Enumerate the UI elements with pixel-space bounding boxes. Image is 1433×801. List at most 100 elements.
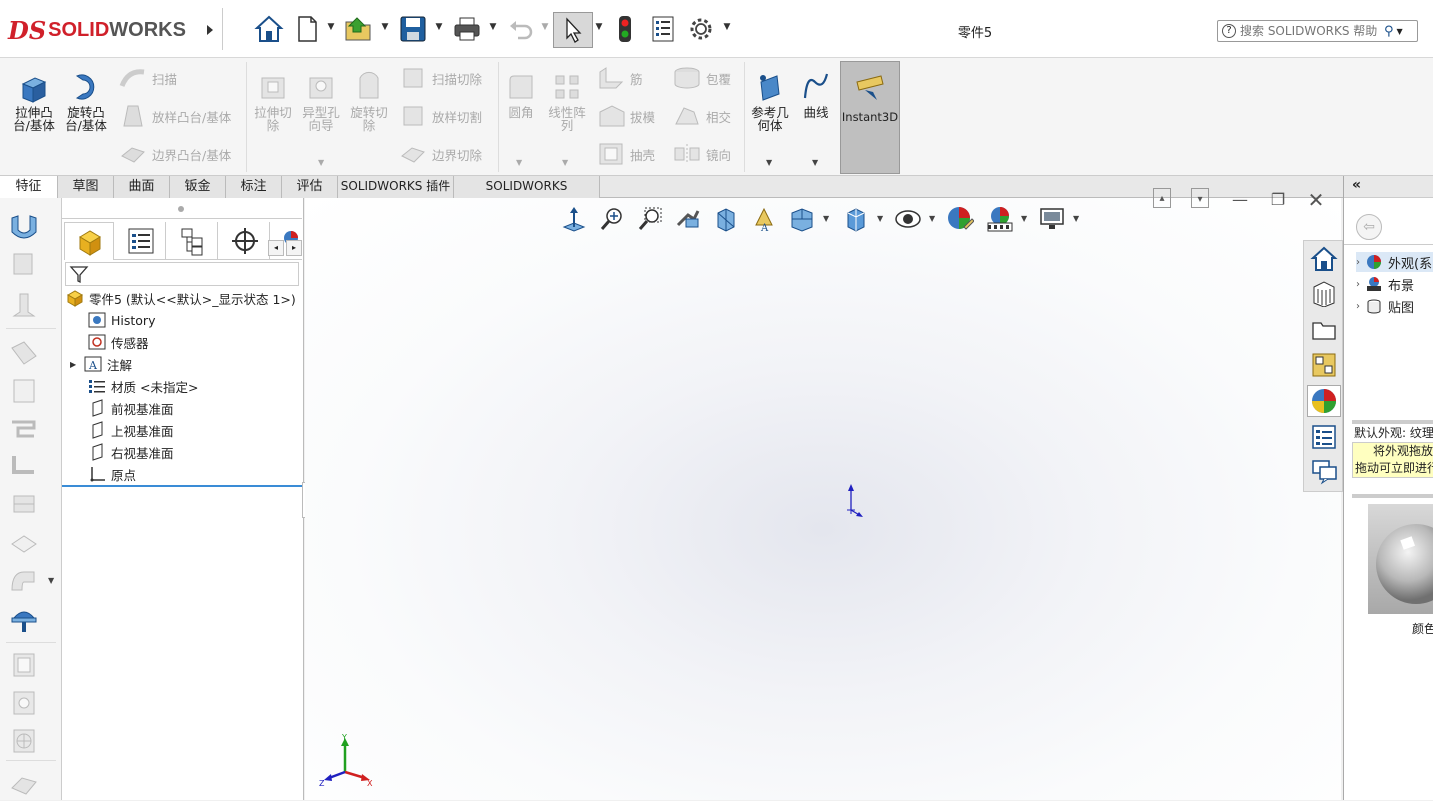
undo-icon[interactable] xyxy=(504,12,538,46)
vent-icon[interactable] xyxy=(8,726,40,756)
instant3d-button[interactable]: Instant3D xyxy=(840,61,900,174)
base-flange-icon[interactable] xyxy=(8,250,40,280)
flatten-icon[interactable] xyxy=(8,768,40,798)
tab-features[interactable]: 特征 xyxy=(0,176,58,198)
cross-break-icon[interactable] xyxy=(8,490,40,520)
tab-markup[interactable]: 标注 xyxy=(226,176,282,198)
pattern-dropdown-icon[interactable]: ▼ xyxy=(562,158,568,167)
new-document-icon[interactable] xyxy=(290,12,324,46)
tree-root-part[interactable]: 零件5 (默认<<默认>_显示状态 1>) xyxy=(66,287,296,309)
tree-item-top-plane[interactable]: 上视基准面 xyxy=(88,419,174,441)
options-gear-icon[interactable] xyxy=(684,12,718,46)
tab-scroll-left-icon[interactable]: ◂ xyxy=(268,240,284,256)
tab-surfaces[interactable]: 曲面 xyxy=(114,176,170,198)
panel-grip-icon[interactable] xyxy=(178,206,184,212)
close-icon[interactable]: ✕ xyxy=(1305,188,1327,212)
previous-view-icon[interactable] xyxy=(671,204,705,234)
hide-show-dropdown-icon[interactable]: ▼ xyxy=(929,214,935,223)
view-orientation-normal-icon[interactable] xyxy=(557,204,591,234)
swept-cut-button[interactable]: 扫描切除 xyxy=(398,66,482,90)
search-icon[interactable]: ⚲ xyxy=(1384,24,1394,39)
tab-inspection[interactable]: SOLIDWORKS Inspection xyxy=(454,176,600,214)
help-search-input[interactable] xyxy=(1240,24,1380,38)
open-folder-icon[interactable] xyxy=(342,12,376,46)
hem-icon[interactable] xyxy=(8,376,40,406)
unfold-icon[interactable] xyxy=(8,566,40,596)
tab-addins[interactable]: SOLIDWORKS 插件 xyxy=(338,176,454,198)
simple-hole-icon[interactable] xyxy=(8,688,40,718)
ref-geometry-dropdown-icon[interactable]: ▼ xyxy=(766,158,772,167)
appearance-swatch[interactable] xyxy=(1368,504,1433,614)
hide-show-items-icon[interactable] xyxy=(891,204,925,234)
scene-dropdown-icon[interactable]: ▼ xyxy=(1021,214,1027,223)
help-search-box[interactable]: ? ⚲ ▼ xyxy=(1217,20,1418,42)
fillet-dropdown-icon[interactable]: ▼ xyxy=(516,158,522,167)
display-style-dropdown-icon[interactable]: ▼ xyxy=(877,214,883,223)
tree-item-annotations[interactable]: ▶ A 注解 xyxy=(70,353,132,375)
boundary-boss-button[interactable]: 边界凸台/基体 xyxy=(118,142,231,166)
tree-item-right-plane[interactable]: 右视基准面 xyxy=(88,441,174,463)
search-dropdown-icon[interactable]: ▼ xyxy=(1397,27,1403,36)
property-manager-tab[interactable] xyxy=(116,222,166,260)
section-view-icon[interactable] xyxy=(709,204,743,234)
extruded-cut-sm-icon[interactable] xyxy=(8,650,40,680)
mirror-button[interactable]: 镜向 xyxy=(672,142,731,166)
tree-scenes[interactable]: › 布景 xyxy=(1356,274,1414,294)
tree-item-material[interactable]: 材质 <未指定> xyxy=(88,375,198,397)
sweep-button[interactable]: 扫描 xyxy=(118,66,177,90)
hole-wizard-button[interactable]: 异型孔 向导 xyxy=(298,70,344,132)
view-settings-dropdown-icon[interactable]: ▼ xyxy=(1073,214,1079,223)
home-icon[interactable] xyxy=(252,12,286,46)
tree-decals[interactable]: › 贴图 xyxy=(1356,296,1414,316)
select-arrow-icon[interactable] xyxy=(553,12,593,48)
edge-flange-icon[interactable] xyxy=(8,290,40,320)
save-icon[interactable] xyxy=(396,12,430,46)
forum-icon[interactable] xyxy=(1307,455,1341,487)
expand-menu-arrow[interactable] xyxy=(205,20,215,40)
file-properties-icon[interactable] xyxy=(646,12,680,46)
jog-icon[interactable] xyxy=(8,414,40,444)
select-dropdown-icon[interactable]: ▼ xyxy=(594,22,604,36)
expand-arrow-icon[interactable]: ▶ xyxy=(70,360,84,369)
curves-button[interactable]: 曲线 xyxy=(796,70,836,119)
tree-item-history[interactable]: History xyxy=(88,309,155,331)
tab-scroll-right-icon[interactable]: ▸ xyxy=(286,240,302,256)
rollback-bar[interactable] xyxy=(62,485,302,487)
save-dropdown-icon[interactable]: ▼ xyxy=(434,22,444,36)
tree-filter-bar[interactable] xyxy=(65,262,299,286)
tree-item-sensors[interactable]: 传感器 xyxy=(88,331,149,353)
wrap-button[interactable]: 包覆 xyxy=(672,66,731,90)
linear-pattern-button[interactable]: 线性阵 列 xyxy=(544,70,590,132)
orientation-dropdown-icon[interactable]: ▼ xyxy=(823,214,829,223)
back-icon[interactable]: ⇦ xyxy=(1356,214,1382,240)
solidworks-logo[interactable]: DS SOLIDWORKS xyxy=(8,8,198,52)
collapse-pane-icon[interactable]: « xyxy=(1352,177,1361,193)
reference-geometry-button[interactable]: 参考几 何体 xyxy=(748,70,792,132)
tree-item-front-plane[interactable]: 前视基准面 xyxy=(88,397,174,419)
curves-dropdown-icon[interactable]: ▼ xyxy=(812,158,818,167)
shell-button[interactable]: 抽壳 xyxy=(596,142,655,166)
extrude-cut-button[interactable]: 拉伸切 除 xyxy=(250,70,296,132)
corner-icon[interactable] xyxy=(8,528,40,558)
tab-sheet-metal[interactable]: 钣金 xyxy=(170,176,226,198)
minimize-icon[interactable]: — xyxy=(1229,190,1251,212)
undo-dropdown-icon[interactable]: ▼ xyxy=(540,22,550,36)
miter-flange-icon[interactable] xyxy=(8,338,40,368)
maximize-icon[interactable]: ❐ xyxy=(1267,190,1289,212)
tab-evaluate[interactable]: 评估 xyxy=(282,176,338,198)
hole-dropdown-icon[interactable]: ▼ xyxy=(318,158,324,167)
expand-arrow-icon[interactable]: › xyxy=(1356,257,1360,268)
dynamic-annotation-icon[interactable]: A xyxy=(747,204,781,234)
apply-scene-icon[interactable] xyxy=(983,204,1017,234)
zoom-to-area-icon[interactable] xyxy=(633,204,667,234)
fillet-button[interactable]: 圆角 xyxy=(500,70,542,119)
zoom-to-fit-icon[interactable] xyxy=(595,204,629,234)
graphics-viewport[interactable]: A ▼ ▼ ▼ ▼ ▼ ▴ ▾ — ❐ ✕ Y Z X xyxy=(305,188,1341,800)
rib-button[interactable]: 筋 xyxy=(596,66,643,90)
display-style-icon[interactable] xyxy=(839,204,873,234)
extrude-boss-button[interactable]: 拉伸凸 台/基体 xyxy=(8,70,60,132)
configuration-manager-tab[interactable] xyxy=(168,222,218,260)
print-dropdown-icon[interactable]: ▼ xyxy=(488,22,498,36)
draft-button[interactable]: 拔模 xyxy=(596,104,655,128)
sketched-bend-icon[interactable] xyxy=(8,452,40,482)
